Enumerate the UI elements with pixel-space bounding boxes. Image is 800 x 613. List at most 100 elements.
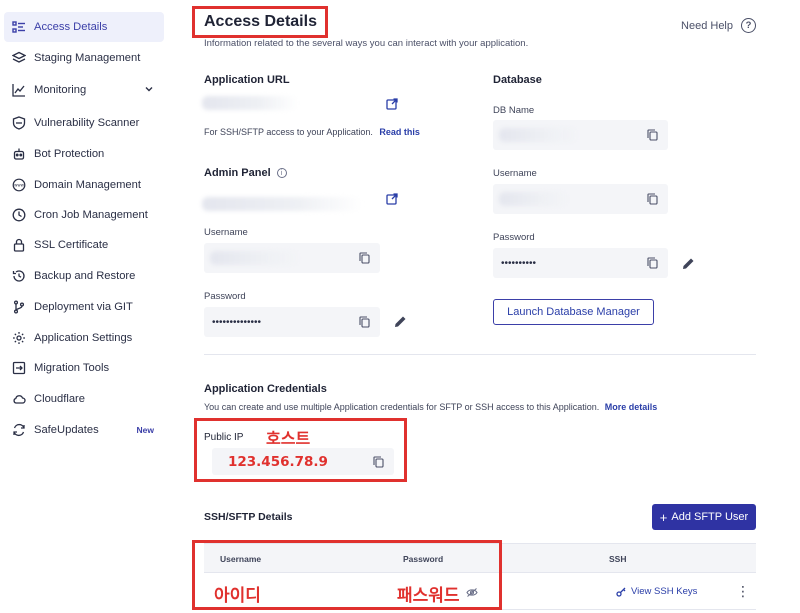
sidebar-item-label: Backup and Restore (34, 270, 136, 282)
help-icon: ? (741, 18, 756, 33)
launch-database-manager-button[interactable]: Launch Database Manager (493, 299, 654, 325)
db-name-field[interactable] (493, 120, 668, 150)
admin-password-label: Password (204, 291, 246, 302)
sidebar-item-label: Domain Management (34, 179, 141, 191)
migration-icon (12, 361, 26, 375)
layers-icon (12, 51, 26, 65)
add-sftp-user-button[interactable]: + Add SFTP User (652, 504, 756, 530)
need-help-link[interactable]: Need Help ? (681, 18, 756, 33)
sidebar-item-safeupdates[interactable]: SafeUpdates New (4, 415, 164, 445)
shield-scan-icon (12, 116, 26, 130)
sidebar-item-label: Staging Management (34, 52, 141, 64)
admin-username-field[interactable] (204, 243, 380, 273)
sidebar-item-access-details[interactable]: Access Details (4, 12, 164, 42)
copy-icon[interactable] (359, 252, 370, 264)
sidebar-item-label: Migration Tools (34, 362, 110, 374)
access-details-icon (12, 20, 26, 34)
sidebar-item-backup-and-restore[interactable]: Backup and Restore (4, 261, 164, 291)
sidebar-item-application-settings[interactable]: Application Settings (4, 323, 164, 353)
page-title: Access Details (204, 13, 317, 30)
db-username-label: Username (493, 168, 537, 179)
public-ip-value: 123.456.78.9 (228, 453, 328, 470)
chevron-down-icon[interactable] (144, 84, 154, 94)
main-content: Access Details Information related to th… (172, 0, 800, 613)
admin-panel-url-value (202, 197, 362, 211)
admin-password-field[interactable]: •••••••••••••• (204, 307, 380, 337)
row-menu-icon[interactable]: ⋮ (736, 583, 750, 600)
db-password-field[interactable]: •••••••••• (493, 248, 668, 278)
sidebar-item-label: Vulnerability Scanner (34, 117, 140, 129)
database-title: Database (493, 74, 542, 86)
key-icon (616, 587, 626, 597)
sidebar-item-label: Cloudflare (34, 393, 85, 405)
public-ip-label: Public IP (204, 432, 244, 443)
need-help-label: Need Help (681, 19, 733, 32)
sftp-credentials-highlight (192, 540, 502, 610)
page-title-highlight: Access Details (192, 6, 328, 38)
copy-icon[interactable] (359, 316, 370, 328)
edit-password-icon[interactable] (394, 315, 407, 328)
gear-icon (12, 331, 26, 345)
www-icon: www (12, 178, 26, 192)
robot-icon (12, 147, 26, 161)
clock-icon (12, 208, 26, 222)
cloud-icon (12, 392, 26, 406)
refresh-icon (12, 423, 26, 437)
sidebar-item-staging-management[interactable]: Staging Management (4, 43, 164, 73)
sidebar-item-cloudflare[interactable]: Cloudflare (4, 384, 164, 414)
backup-icon (12, 269, 26, 283)
sidebar-item-label: SafeUpdates (34, 424, 99, 436)
db-username-field[interactable] (493, 184, 668, 214)
sidebar-item-bot-protection[interactable]: Bot Protection (4, 139, 164, 169)
sidebar-item-deployment-via-git[interactable]: Deployment via GIT (4, 292, 164, 322)
public-ip-annotation: 호스트 (266, 429, 311, 448)
read-this-link[interactable]: Read this (379, 127, 420, 137)
svg-text:www: www (14, 183, 25, 188)
sidebar-item-cron-job-management[interactable]: Cron Job Management (4, 200, 164, 230)
sidebar-item-label: SSL Certificate (34, 239, 109, 251)
sidebar-item-domain-management[interactable]: www Domain Management (4, 170, 164, 200)
ssh-note: For SSH/SFTP access to your Application.… (204, 127, 420, 137)
application-url-value (202, 96, 298, 110)
db-name-label: DB Name (493, 105, 535, 116)
copy-icon[interactable] (647, 193, 658, 205)
db-password-label: Password (493, 232, 535, 243)
external-link-icon[interactable] (386, 98, 398, 110)
db-username-value (499, 192, 569, 206)
admin-password-value: •••••••••••••• (212, 316, 262, 328)
external-link-icon[interactable] (386, 193, 398, 205)
sidebar-item-label: Cron Job Management (34, 209, 148, 221)
edit-db-password-icon[interactable] (682, 257, 695, 270)
sidebar-item-ssl-certificate[interactable]: SSL Certificate (4, 230, 164, 260)
sidebar: Access Details Staging Management Monito… (0, 0, 172, 613)
admin-username-label: Username (204, 227, 248, 238)
more-details-link[interactable]: More details (605, 402, 658, 412)
page-subtitle: Information related to the several ways … (204, 38, 529, 49)
sidebar-item-migration-tools[interactable]: Migration Tools (4, 353, 164, 383)
application-credentials-title: Application Credentials (204, 383, 327, 395)
public-ip-field[interactable]: 123.456.78.9 (212, 448, 394, 475)
sidebar-item-vulnerability-scanner[interactable]: Vulnerability Scanner (4, 108, 164, 138)
chart-line-icon (12, 83, 26, 97)
copy-icon[interactable] (647, 129, 658, 141)
view-ssh-keys-link[interactable]: View SSH Keys (616, 586, 697, 597)
admin-panel-title: Admin Panel i (204, 167, 287, 179)
lock-icon (12, 238, 26, 252)
sidebar-item-label: Bot Protection (34, 148, 105, 160)
git-icon (12, 300, 26, 314)
credentials-description: You can create and use multiple Applicat… (204, 402, 658, 412)
copy-icon[interactable] (373, 456, 384, 468)
info-icon: i (276, 168, 287, 178)
sidebar-item-monitoring[interactable]: Monitoring (4, 75, 164, 105)
sidebar-item-label: Access Details (34, 21, 108, 33)
sidebar-item-label: Application Settings (34, 332, 133, 344)
plus-icon: + (659, 509, 668, 525)
db-name-value (499, 128, 579, 142)
column-header-ssh: SSH (609, 554, 627, 564)
db-password-value: •••••••••• (501, 257, 537, 269)
application-url-title: Application URL (204, 74, 290, 86)
ssh-sftp-title: SSH/SFTP Details (204, 511, 293, 523)
copy-icon[interactable] (647, 257, 658, 269)
section-divider (204, 354, 756, 355)
admin-username-value (210, 251, 300, 265)
